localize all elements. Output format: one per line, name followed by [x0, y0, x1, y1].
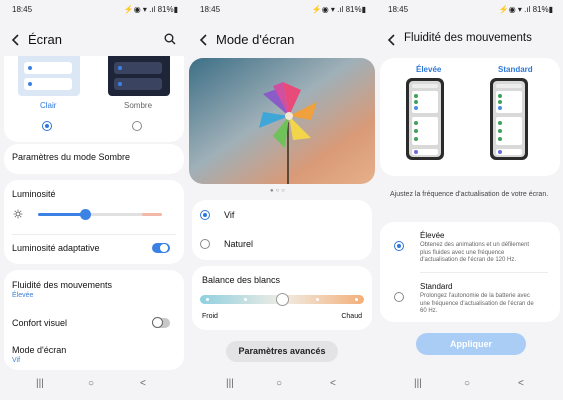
brightness-card: Luminosité Luminosité adaptative [4, 180, 184, 264]
status-icons: ⚡◉ ▾ .ıl 81%▮ [123, 5, 178, 14]
header: Fluidité des mouvements [386, 30, 553, 52]
refresh-options-card: Élevée Obtenez des animations et un défi… [380, 222, 560, 322]
home-icon[interactable]: ○ [276, 378, 282, 389]
recents-icon[interactable]: ||| [414, 378, 422, 389]
status-icons: ⚡◉ ▾ .ıl 81%▮ [498, 5, 553, 14]
preview-standard-label: Standard [498, 65, 533, 74]
standard-refresh-phone-preview [490, 78, 528, 160]
natural-radio[interactable] [200, 239, 210, 249]
sun-icon [13, 209, 23, 219]
status-bar: 18:45 ⚡◉ ▾ .ıl 81%▮ [388, 5, 553, 17]
dark-theme-label: Sombre [124, 101, 153, 110]
advanced-settings-button[interactable]: Paramètres avancés [226, 341, 338, 362]
recents-icon[interactable]: ||| [36, 378, 44, 389]
preview-image [189, 58, 375, 184]
status-bar: 18:45 ⚡◉ ▾ .ıl 81%▮ [12, 5, 178, 17]
vivid-radio[interactable] [200, 210, 210, 220]
motion-smoothness-screen: 18:45 ⚡◉ ▾ .ıl 81%▮ Fluidité des mouveme… [376, 0, 563, 400]
standard-refresh-radio[interactable] [394, 292, 404, 302]
adaptive-brightness-toggle[interactable] [152, 243, 170, 253]
refresh-preview-card: Élevée Standard [380, 58, 560, 176]
motion-smoothness-value: Élevée [12, 292, 34, 299]
natural-label[interactable]: Naturel [224, 239, 253, 249]
back-arrow-icon[interactable] [10, 33, 22, 47]
back-nav-icon[interactable]: < [330, 378, 336, 389]
motion-smoothness-label[interactable]: Fluidité des mouvements [12, 280, 112, 290]
back-arrow-icon[interactable] [386, 33, 398, 47]
white-balance-card: Balance des blancs Froid Chaud [192, 266, 372, 330]
apply-button[interactable]: Appliquer [416, 333, 526, 355]
standard-refresh-description: Prolongez l'autonomie de la batterie ave… [420, 293, 534, 314]
navigation-bar: ||| ○ < [376, 372, 563, 400]
eye-comfort-toggle[interactable] [152, 317, 170, 328]
back-nav-icon[interactable]: < [140, 378, 146, 389]
dark-theme-preview[interactable] [108, 56, 170, 96]
theme-card: Clair Sombre [4, 56, 184, 142]
back-arrow-icon[interactable] [198, 33, 210, 47]
status-time: 18:45 [388, 5, 409, 14]
navigation-bar: ||| ○ < [0, 372, 188, 400]
status-bar: 18:45 ⚡◉ ▾ .ıl 81%▮ [200, 5, 366, 17]
standard-refresh-title[interactable]: Standard [420, 282, 452, 291]
white-balance-slider-handle[interactable] [275, 293, 289, 306]
light-theme-preview[interactable] [18, 56, 80, 96]
page-title: Écran [28, 32, 62, 47]
white-balance-slider[interactable] [200, 293, 364, 306]
screen-mode-screen: 18:45 ⚡◉ ▾ .ıl 81%▮ Mode d'écran ●○○ Vif… [188, 0, 376, 400]
page-indicator: ●○○ [270, 188, 287, 194]
brightness-label: Luminosité [12, 189, 56, 199]
dark-mode-settings-row[interactable]: Paramètres du mode Sombre [4, 144, 184, 174]
page-title: Fluidité des mouvements [404, 32, 532, 44]
search-icon[interactable] [164, 33, 176, 45]
brightness-slider[interactable] [38, 209, 162, 220]
back-nav-icon[interactable]: < [518, 378, 524, 389]
home-icon[interactable]: ○ [88, 378, 94, 389]
adaptive-brightness-label: Luminosité adaptative [12, 243, 100, 253]
high-refresh-phone-preview [406, 78, 444, 160]
brightness-slider-handle[interactable] [79, 209, 91, 220]
screen-mode-value: Vif [12, 357, 21, 364]
status-time: 18:45 [12, 5, 33, 14]
status-time: 18:45 [200, 5, 221, 14]
screen-mode-options-card: Vif Naturel [192, 200, 372, 260]
high-refresh-title[interactable]: Élevée [420, 231, 444, 240]
divider [420, 272, 548, 273]
light-theme-radio[interactable] [42, 121, 52, 131]
status-icons: ⚡◉ ▾ .ıl 81%▮ [311, 5, 366, 14]
intro-text: Ajustez la fréquence d'actualisation de … [390, 191, 549, 198]
header: Écran [10, 30, 178, 52]
white-balance-label: Balance des blancs [202, 275, 281, 285]
pinwheel-image [189, 58, 375, 184]
preview-high-label: Élevée [416, 65, 442, 74]
cold-label: Froid [202, 313, 218, 320]
dark-theme-radio[interactable] [132, 121, 142, 131]
warm-label: Chaud [341, 313, 362, 320]
high-refresh-description: Obtenez des animations et un défilement … [420, 242, 530, 263]
display-options-card: Fluidité des mouvements Élevée Confort v… [4, 270, 184, 370]
header: Mode d'écran [198, 30, 366, 52]
vivid-label[interactable]: Vif [224, 210, 234, 220]
eye-comfort-label[interactable]: Confort visuel [12, 318, 67, 328]
dark-mode-settings-label: Paramètres du mode Sombre [12, 152, 131, 162]
display-settings-screen: 18:45 ⚡◉ ▾ .ıl 81%▮ Écran Clair Sombre P… [0, 0, 188, 400]
home-icon[interactable]: ○ [464, 378, 470, 389]
screen-mode-label[interactable]: Mode d'écran [12, 345, 66, 355]
recents-icon[interactable]: ||| [226, 378, 234, 389]
page-title: Mode d'écran [216, 32, 295, 47]
high-refresh-radio[interactable] [394, 241, 404, 251]
navigation-bar: ||| ○ < [188, 372, 376, 400]
divider [12, 234, 176, 235]
light-theme-label: Clair [40, 101, 57, 110]
